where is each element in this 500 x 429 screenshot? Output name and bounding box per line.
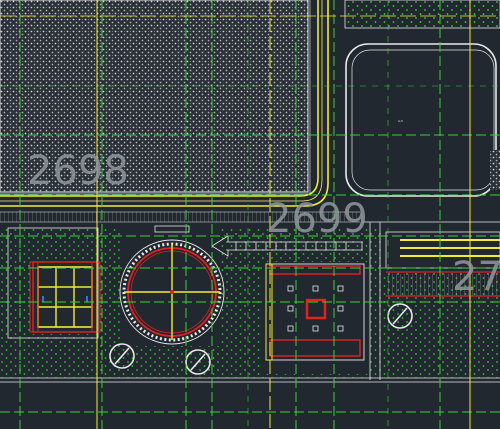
grass-band [0, 222, 500, 378]
green-area-top-right [344, 0, 500, 29]
plot-label-2699: 2699 [266, 196, 368, 242]
rounded-enclosure[interactable]: A-5 [345, 43, 497, 197]
cad-viewport[interactable]: A-5 2698 2699 27 [0, 0, 500, 429]
plot-label-27: 27 [452, 254, 500, 300]
svg-text:A-5: A-5 [398, 119, 403, 123]
hatch-edge-right [490, 150, 500, 190]
plot-label-2698: 2698 [27, 148, 129, 194]
